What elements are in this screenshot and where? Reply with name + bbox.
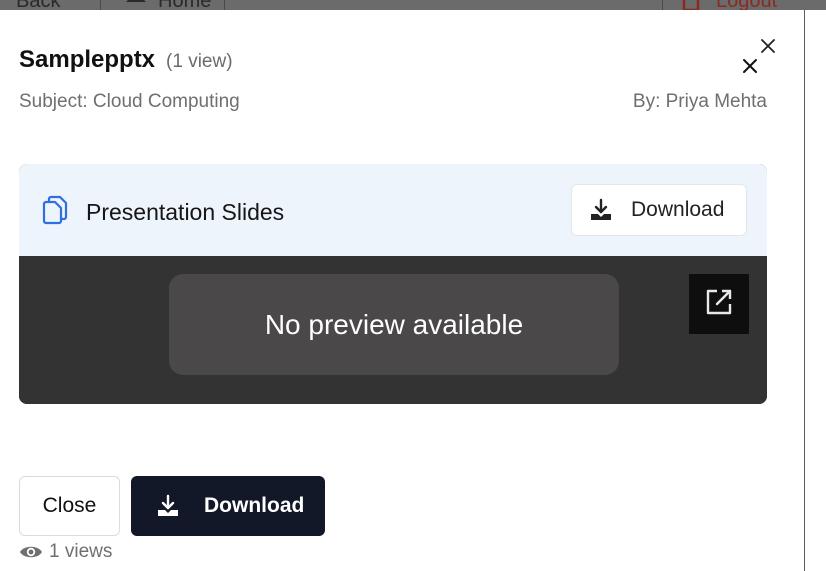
download-button-label: Download (204, 494, 305, 517)
topbar-divider (662, 0, 663, 10)
download-icon (155, 493, 181, 519)
topbar-divider (224, 0, 225, 10)
download-icon (588, 197, 614, 223)
home-link[interactable]: Home (158, 0, 211, 10)
card-download-label: Download (631, 198, 725, 221)
preview-area: No preview available (19, 256, 767, 404)
card-download-button[interactable]: Download (571, 184, 747, 236)
author-label: By: Priya Mehta (632, 91, 767, 112)
background-page-edge (805, 10, 826, 571)
view-count-inline: (1 view) (166, 51, 233, 72)
back-link[interactable]: Back (16, 0, 60, 10)
close-button[interactable]: Close (19, 476, 120, 536)
file-card: Presentation Slides Download No preview … (19, 164, 767, 404)
logout-icon (682, 0, 704, 10)
logout-link[interactable]: Logout (716, 0, 777, 10)
download-button[interactable]: Download (131, 476, 325, 536)
eye-icon (19, 543, 43, 561)
close-icon[interactable] (759, 37, 777, 55)
modal-header: Samplepptx (1 view) (19, 46, 233, 74)
modal-title: Samplepptx (19, 46, 156, 73)
background-topbar: Back Home Logout (0, 0, 826, 10)
copy-files-icon (40, 195, 70, 225)
view-count-footer: 1 views (19, 541, 112, 563)
file-type-title: Presentation Slides (86, 199, 285, 225)
close-icon[interactable] (740, 56, 760, 76)
subject-label: Subject: Cloud Computing (19, 91, 240, 112)
view-count-label: 1 views (49, 541, 113, 562)
topbar-divider (100, 0, 101, 10)
open-external-button[interactable] (689, 274, 749, 334)
external-link-icon (704, 287, 734, 322)
home-icon (124, 0, 148, 10)
no-preview-message: No preview available (169, 274, 619, 375)
file-preview-modal: Samplepptx (1 view) Subject: Cloud Compu… (0, 10, 804, 571)
file-card-header: Presentation Slides Download (19, 164, 767, 256)
